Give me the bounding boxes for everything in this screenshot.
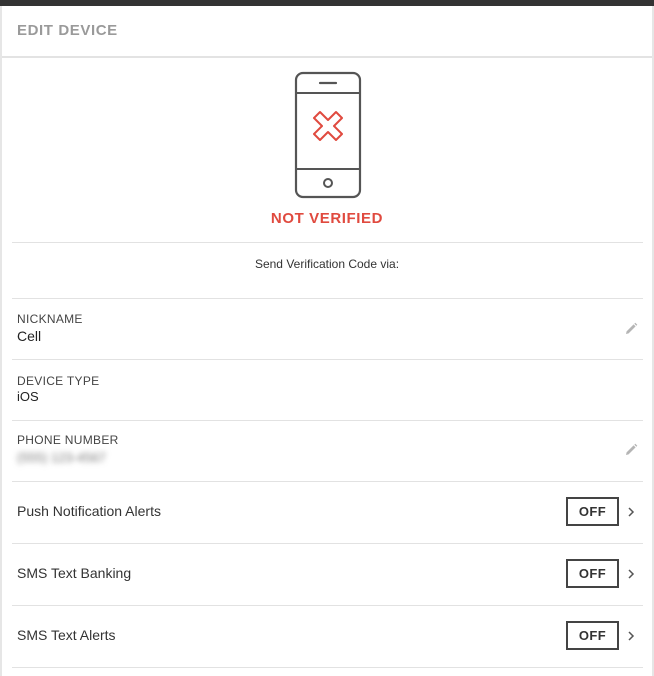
- panel-left-border: [0, 6, 2, 676]
- sms-text-banking-label: SMS Text Banking: [17, 565, 132, 581]
- chevron-right-icon[interactable]: [626, 506, 636, 518]
- chevron-right-icon[interactable]: [626, 630, 636, 642]
- device-type-value: iOS: [17, 389, 39, 404]
- page-title: EDIT DEVICE: [17, 22, 118, 39]
- divider: [12, 420, 643, 421]
- edit-phone-number-icon[interactable]: [624, 443, 638, 457]
- chevron-right-icon[interactable]: [626, 568, 636, 580]
- phone-number-label: PHONE NUMBER: [17, 433, 119, 447]
- divider: [12, 481, 643, 482]
- divider: [12, 605, 643, 606]
- phone-number-value: (555) 123-4567: [17, 450, 106, 465]
- panel-header: EDIT DEVICE: [2, 6, 652, 58]
- divider: [12, 298, 643, 299]
- push-notification-alerts-toggle[interactable]: OFF: [566, 497, 619, 526]
- divider: [12, 543, 643, 544]
- device-type-label: DEVICE TYPE: [17, 374, 100, 388]
- sms-text-alerts-toggle[interactable]: OFF: [566, 621, 619, 650]
- divider: [12, 667, 643, 668]
- sms-text-alerts-label: SMS Text Alerts: [17, 627, 116, 643]
- sms-text-banking-toggle[interactable]: OFF: [566, 559, 619, 588]
- nickname-value: Cell: [17, 328, 42, 344]
- verification-status: NOT VERIFIED: [270, 210, 384, 227]
- edit-nickname-icon[interactable]: [624, 322, 638, 336]
- nickname-label: NICKNAME: [17, 312, 83, 326]
- push-notification-alerts-label: Push Notification Alerts: [17, 503, 161, 519]
- divider: [12, 242, 643, 243]
- send-verification-text: Send Verification Code via:: [254, 257, 400, 271]
- divider: [12, 359, 643, 360]
- phone-not-verified-icon: [294, 71, 362, 199]
